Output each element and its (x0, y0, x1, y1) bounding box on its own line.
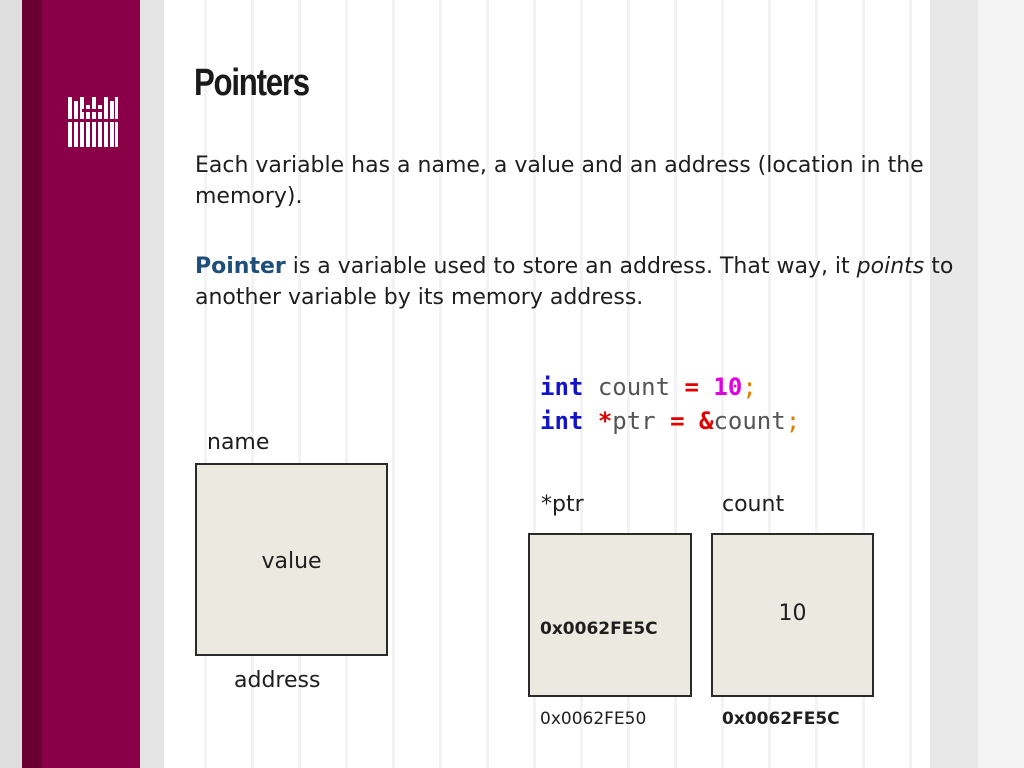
code-assign: = (684, 373, 699, 401)
count-variable-box: 10 (711, 533, 874, 697)
code-identifier: ptr (612, 407, 656, 435)
points-emphasis: points (856, 254, 925, 279)
ptr-variable-box: 0x0062FE5C (528, 533, 692, 697)
code-identifier: count (597, 373, 671, 401)
ptr-value: 0x0062FE5C (540, 619, 658, 639)
code-line-2: int *ptr = &count; (540, 404, 800, 438)
right-edge-outer (978, 0, 1024, 768)
generic-value-label: value (261, 549, 322, 574)
intro-paragraph: Each variable has a name, a value and an… (195, 153, 924, 209)
left-edge (0, 0, 22, 768)
code-assign: = (670, 407, 685, 435)
code-line-1: int count = 10; (540, 370, 757, 404)
code-identifier: count (713, 407, 786, 435)
generic-variable-box: value (195, 463, 388, 656)
code-number: 10 (713, 373, 743, 401)
code-type-keyword: int (540, 407, 584, 435)
code-ampersand: & (698, 407, 714, 435)
slide-title: Pointers (194, 62, 310, 104)
ptr-name-label: *ptr (541, 492, 584, 517)
university-logo-icon (68, 97, 118, 147)
side-band-edge (140, 0, 164, 768)
code-semicolon: ; (742, 373, 757, 401)
generic-name-label: name (207, 430, 270, 455)
generic-address-label: address (234, 668, 321, 693)
code-star: * (597, 407, 613, 435)
pointer-term: Pointer (195, 254, 286, 279)
definition-text-1: is a variable used to store an address. … (285, 254, 857, 279)
count-name-label: count (722, 492, 785, 517)
ptr-address: 0x0062FE50 (540, 709, 647, 729)
count-value: 10 (778, 601, 807, 626)
code-semicolon: ; (785, 407, 801, 435)
right-edge (930, 0, 978, 768)
code-type-keyword: int (540, 373, 584, 401)
count-address: 0x0062FE5C (722, 709, 840, 729)
pointer-definition: Pointer is a variable used to store an a… (195, 251, 975, 313)
slide: Pointers Each variable has a name, a val… (0, 0, 1024, 768)
